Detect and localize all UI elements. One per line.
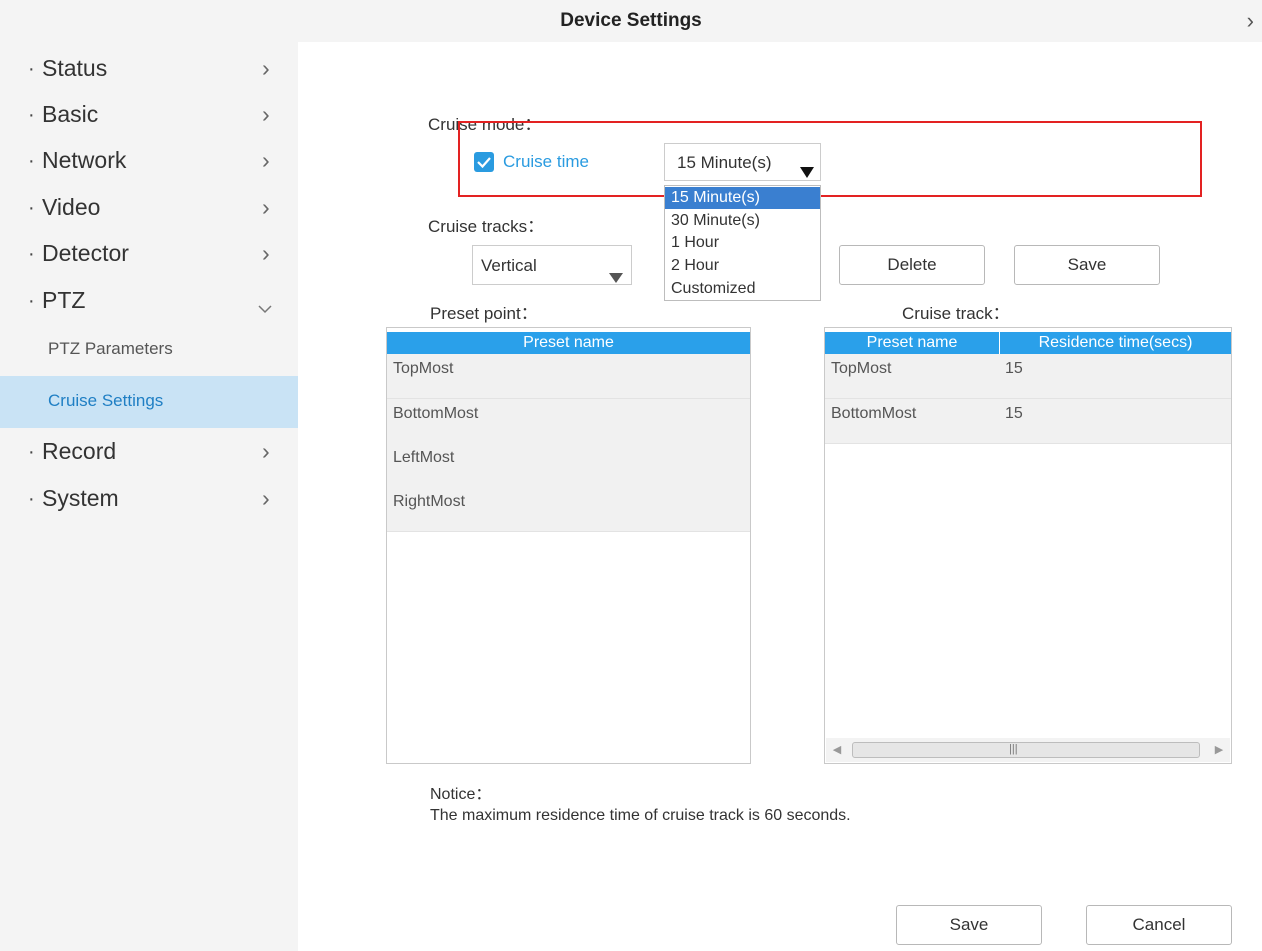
sidebar-subitem-label: PTZ Parameters	[48, 339, 173, 358]
sidebar-item-label: Basic	[42, 101, 99, 127]
preset-point-label: Preset point：	[430, 304, 538, 323]
checkmark-icon	[477, 157, 491, 169]
sidebar-item-network[interactable]: · Network ›	[0, 137, 298, 183]
cruise-tracks-label: Cruise tracks：	[428, 217, 545, 236]
sidebar-item-ptz[interactable]: · PTZ	[0, 277, 298, 323]
sidebar-item-basic[interactable]: · Basic ›	[0, 91, 298, 137]
cruise-time-dropdown: 15 Minute(s) 30 Minute(s) 1 Hour 2 Hour …	[664, 185, 821, 301]
bullet-icon: ·	[28, 104, 35, 126]
save-button[interactable]: Save	[896, 905, 1042, 945]
sidebar-item-system[interactable]: · System ›	[0, 475, 298, 521]
sidebar-item-label: Network	[42, 147, 127, 173]
grip-icon: |||	[1009, 743, 1018, 755]
sidebar: · Status › · Basic › · Network › · Video…	[0, 42, 298, 951]
preset-name-cell: BottomMost	[393, 405, 479, 422]
preset-name-cell: LeftMost	[393, 449, 455, 466]
preset-point-table: Preset name TopMost BottomMost LeftMost …	[386, 327, 751, 764]
sidebar-subitem-ptz-parameters[interactable]: PTZ Parameters	[0, 324, 298, 376]
chevron-right-icon: ›	[262, 147, 270, 173]
sidebar-item-record[interactable]: · Record ›	[0, 428, 298, 474]
preset-name-cell: TopMost	[393, 360, 454, 377]
sidebar-item-video[interactable]: · Video ›	[0, 184, 298, 230]
chevron-right-icon: ›	[262, 485, 270, 511]
scroll-right-icon[interactable]: ▶	[1210, 738, 1228, 762]
table-header: Preset name	[387, 332, 750, 354]
cruise-time-checkbox[interactable]	[474, 152, 494, 172]
sidebar-item-label: Status	[42, 55, 108, 81]
preset-name-cell: BottomMost	[831, 405, 917, 422]
dropdown-option[interactable]: 1 Hour	[665, 232, 820, 254]
table-header: Preset name Residence time(secs)	[825, 332, 1231, 354]
chevron-right-icon: ›	[262, 101, 270, 127]
sidebar-subitem-label: Cruise Settings	[48, 391, 164, 410]
cruise-time-select[interactable]: 15 Minute(s)	[664, 143, 821, 181]
bullet-icon: ·	[28, 290, 35, 312]
column-header-residence-time: Residence time(secs)	[1038, 334, 1193, 351]
preset-name-cell: TopMost	[831, 360, 892, 377]
scrollbar-thumb[interactable]: |||	[852, 742, 1200, 758]
bullet-icon: ·	[28, 197, 35, 219]
table-row[interactable]: TopMost 15	[825, 354, 1231, 399]
residence-time-cell: 15	[1005, 405, 1023, 422]
dropdown-option[interactable]: Customized	[665, 278, 820, 300]
scroll-left-icon[interactable]: ◀	[828, 738, 846, 762]
sidebar-item-label: PTZ	[42, 287, 86, 313]
save-track-button[interactable]: Save	[1014, 245, 1160, 285]
sidebar-item-label: Record	[42, 438, 117, 464]
bullet-icon: ·	[28, 441, 35, 463]
table-row[interactable]: RightMost	[387, 487, 750, 532]
column-header-preset-name: Preset name	[866, 334, 958, 351]
bullet-icon: ·	[28, 150, 35, 172]
bullet-icon: ·	[28, 488, 35, 510]
cancel-button[interactable]: Cancel	[1086, 905, 1232, 945]
cruise-time-selected-value: 15 Minute(s)	[677, 153, 772, 172]
cruise-track-label: Cruise track：	[902, 304, 1010, 323]
bullet-icon: ·	[28, 243, 35, 265]
table-row[interactable]: BottomMost	[387, 399, 750, 444]
notice-title: Notice：	[430, 786, 492, 803]
delete-button[interactable]: Delete	[839, 245, 985, 285]
chevron-right-icon: ›	[262, 194, 270, 220]
preset-name-cell: RightMost	[393, 493, 466, 510]
chevron-right-icon: ›	[262, 240, 270, 266]
page-title: Device Settings	[560, 10, 702, 31]
sidebar-item-label: System	[42, 485, 119, 511]
table-row[interactable]: BottomMost 15	[825, 399, 1231, 444]
cruise-time-label[interactable]: Cruise time	[503, 152, 589, 172]
dropdown-option[interactable]: 2 Hour	[665, 255, 820, 277]
table-row[interactable]: LeftMost	[387, 443, 750, 488]
dropdown-option[interactable]: 30 Minute(s)	[665, 210, 820, 232]
sidebar-item-label: Video	[42, 194, 101, 220]
chevron-down-icon	[258, 293, 272, 320]
cruise-tracks-select[interactable]: Vertical	[472, 245, 632, 285]
chevron-right-icon: ›	[262, 438, 270, 464]
chevron-right-icon: ›	[262, 55, 270, 81]
sidebar-item-detector[interactable]: · Detector ›	[0, 230, 298, 276]
notice-text: The maximum residence time of cruise tra…	[430, 807, 851, 824]
sidebar-item-status[interactable]: · Status ›	[0, 45, 298, 91]
cruise-tracks-selected-value: Vertical	[481, 256, 537, 275]
chevron-right-icon[interactable]: ›	[1247, 0, 1254, 42]
horizontal-scrollbar[interactable]: ◀ ||| ▶	[826, 738, 1230, 762]
column-header-preset-name: Preset name	[523, 334, 614, 351]
table-row[interactable]: TopMost	[387, 354, 750, 399]
sidebar-item-label: Detector	[42, 240, 129, 266]
dropdown-option[interactable]: 15 Minute(s)	[665, 187, 820, 209]
cruise-track-table: Preset name Residence time(secs) TopMost…	[824, 327, 1232, 764]
caret-down-icon	[609, 260, 623, 300]
bullet-icon: ·	[28, 58, 35, 80]
residence-time-cell: 15	[1005, 360, 1023, 377]
sidebar-subitem-cruise-settings[interactable]: Cruise Settings	[0, 376, 298, 428]
